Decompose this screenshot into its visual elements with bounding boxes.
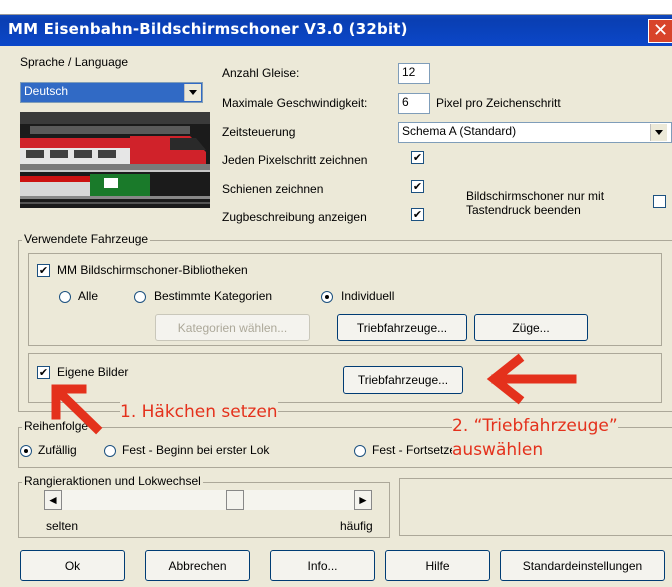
annotation-step2-line2: auswählen xyxy=(452,440,544,460)
annotation-step2-line1: 2. “Triebfahrzeuge” xyxy=(452,416,618,436)
arrow-step1-icon xyxy=(51,384,103,435)
annotation-step1: 1. Häkchen setzen xyxy=(120,402,278,422)
annotation-arrows xyxy=(51,353,577,435)
arrow-step2-icon xyxy=(486,353,577,405)
